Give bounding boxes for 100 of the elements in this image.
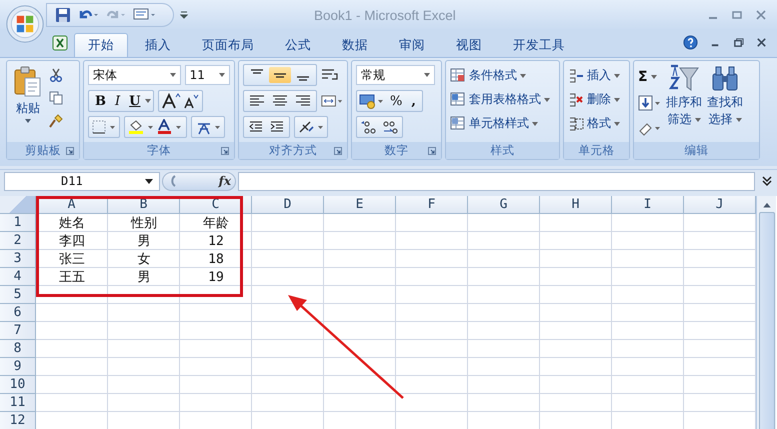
- ribbon-tab[interactable]: 插入: [131, 33, 185, 57]
- maximize-icon[interactable]: [731, 9, 743, 21]
- find-select-button[interactable]: 查找和 选择: [706, 64, 744, 139]
- comma-style-button[interactable]: ,: [407, 94, 420, 108]
- shrink-font-icon[interactable]: [182, 93, 200, 109]
- caret-icon: [544, 98, 550, 102]
- row-header[interactable]: 3: [0, 250, 36, 268]
- table-cell-text: 女: [136, 251, 152, 268]
- align-button[interactable]: [269, 67, 291, 83]
- text-orientation-icon[interactable]: [297, 119, 325, 135]
- font-color-icon[interactable]: [156, 119, 184, 135]
- style-menu-button[interactable]: 条件格式: [450, 66, 555, 85]
- formula-input[interactable]: [238, 172, 755, 190]
- scroll-up-icon[interactable]: [762, 201, 772, 208]
- table-format-icon: [450, 92, 466, 108]
- row-header[interactable]: 9: [0, 358, 36, 376]
- caret-icon: [736, 118, 742, 122]
- table-cell-text: 男: [136, 233, 152, 250]
- group-label: 单元格: [578, 143, 614, 158]
- percent-button[interactable]: %: [386, 94, 406, 108]
- row-header[interactable]: 11: [0, 394, 36, 412]
- table-cell-text: 王五: [58, 269, 86, 286]
- ribbon-tab[interactable]: 开发工具: [499, 33, 579, 57]
- cells-menu-button[interactable]: 插入: [568, 66, 625, 85]
- merge-cells-icon[interactable]: [321, 93, 343, 109]
- scroll-thumb[interactable]: [758, 212, 774, 429]
- caret-icon: [614, 74, 620, 78]
- underline-button[interactable]: U: [125, 94, 144, 108]
- align-bottom-icon: [296, 76, 310, 81]
- caret-icon: [694, 118, 700, 122]
- style-menu-button[interactable]: 套用表格格式: [450, 90, 555, 109]
- dialog-launcher-icon[interactable]: [334, 146, 342, 154]
- column-header[interactable]: H: [540, 196, 612, 214]
- row-header[interactable]: 8: [0, 340, 36, 358]
- ribbon-tab[interactable]: 公式: [271, 33, 325, 57]
- style-menu-button[interactable]: 单元格样式: [450, 114, 555, 133]
- ribbon-tab[interactable]: 数据: [328, 33, 382, 57]
- format-painter-icon[interactable]: [49, 114, 63, 128]
- close-icon[interactable]: [755, 9, 767, 21]
- column-header[interactable]: I: [612, 196, 684, 214]
- help-icon[interactable]: [683, 35, 698, 50]
- paste-button[interactable]: 粘贴: [11, 64, 45, 139]
- copy-icon[interactable]: [49, 91, 63, 105]
- align-top-icon: [250, 69, 264, 74]
- caret-icon: [614, 98, 620, 102]
- ribbon-tab[interactable]: 审阅: [385, 33, 439, 57]
- ribbon-tab[interactable]: 开始: [74, 33, 128, 57]
- group-label: 编辑: [684, 143, 708, 158]
- italic-button[interactable]: I: [111, 94, 124, 108]
- row-header[interactable]: 10: [0, 376, 36, 394]
- number-format-dropdown[interactable]: 常规: [356, 65, 435, 85]
- dialog-launcher-icon[interactable]: [428, 146, 436, 154]
- row-header[interactable]: 4: [0, 268, 36, 286]
- row-header[interactable]: 6: [0, 304, 36, 322]
- cells-menu-button[interactable]: 删除: [568, 90, 625, 109]
- sort-filter-button[interactable]: 排序和 筛选: [665, 64, 703, 139]
- row-header[interactable]: 2: [0, 232, 36, 250]
- column-header[interactable]: J: [684, 196, 756, 214]
- column-header[interactable]: G: [468, 196, 540, 214]
- clipboard-icon: [13, 66, 43, 98]
- restore-icon[interactable]: [733, 37, 744, 48]
- dialog-launcher-icon[interactable]: [66, 146, 74, 154]
- ribbon-tab[interactable]: 视图: [442, 33, 496, 57]
- table-cell-text: 张三: [58, 251, 86, 268]
- column-header[interactable]: E: [324, 196, 396, 214]
- row-header[interactable]: 12: [0, 412, 36, 429]
- column-header[interactable]: F: [396, 196, 468, 214]
- group-label: 样式: [490, 143, 514, 158]
- borders-icon[interactable]: [91, 119, 117, 135]
- group-label: 剪贴板: [25, 143, 61, 158]
- dialog-launcher-icon[interactable]: [221, 146, 229, 154]
- row-header[interactable]: 1: [0, 214, 36, 232]
- font-name-dropdown[interactable]: 宋体: [88, 65, 181, 85]
- table-cell-text: 男: [136, 269, 152, 286]
- row-header[interactable]: 5: [0, 286, 36, 304]
- font-size-dropdown[interactable]: 11: [184, 65, 230, 85]
- grow-font-icon[interactable]: [161, 93, 182, 109]
- save-icon[interactable]: [55, 7, 71, 23]
- vertical-scrollbar[interactable]: [756, 196, 776, 429]
- row-header[interactable]: 7: [0, 322, 36, 340]
- ribbon-tab[interactable]: 页面布局: [188, 33, 268, 57]
- delete-cells-icon: [568, 92, 584, 108]
- bold-button[interactable]: B: [91, 94, 110, 108]
- autosum-button[interactable]: Σ: [638, 68, 657, 86]
- fill-down-icon[interactable]: [638, 95, 662, 111]
- insert-function-button[interactable]: fx: [218, 174, 231, 188]
- scissors-icon[interactable]: [49, 68, 63, 82]
- window-title: Book1 - Microsoft Excel: [314, 8, 456, 22]
- cells-menu-button[interactable]: 格式: [568, 114, 625, 133]
- caret-icon[interactable]: [145, 99, 152, 103]
- fill-color-icon[interactable]: [127, 119, 155, 135]
- caret-icon: [219, 73, 225, 77]
- name-box[interactable]: D11: [4, 172, 160, 190]
- expand-icon[interactable]: [760, 174, 774, 188]
- column-header[interactable]: D: [252, 196, 324, 214]
- customize-caret-icon[interactable]: [180, 11, 188, 19]
- table-cell-text: 年龄: [202, 215, 230, 232]
- caret-icon: [532, 122, 538, 126]
- currency-icon[interactable]: [359, 93, 385, 109]
- close-icon[interactable]: [756, 37, 767, 48]
